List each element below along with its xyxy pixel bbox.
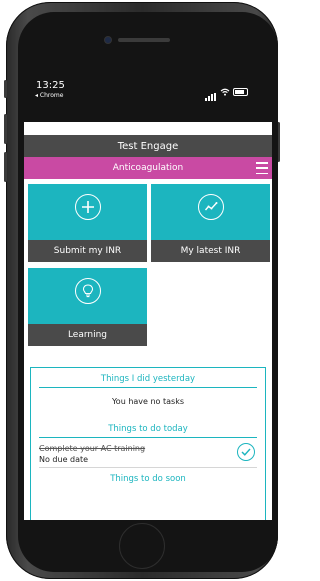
- volume-down-button: [4, 152, 7, 182]
- volume-up-button: [4, 114, 7, 144]
- trend-chart-icon: [197, 194, 224, 220]
- status-time: 13:25: [36, 80, 65, 91]
- checkmark-circle-icon[interactable]: [237, 443, 255, 461]
- tile-grid: Submit my INR My latest INR Learning: [24, 184, 272, 350]
- task-item[interactable]: Complete your AC training No due date: [39, 438, 257, 468]
- plus-circle-icon: [74, 194, 101, 220]
- cellular-signal-icon: [205, 82, 217, 101]
- latest-inr-tile[interactable]: My latest INR: [151, 184, 270, 262]
- earpiece-speaker: [118, 38, 170, 42]
- home-button[interactable]: [119, 523, 165, 569]
- status-bar: 13:25 ◂ Chrome: [24, 78, 260, 118]
- front-camera: [104, 36, 112, 44]
- learning-label: Learning: [28, 324, 147, 346]
- section-title: Anticoagulation: [112, 163, 184, 173]
- today-heading: Things to do today: [39, 418, 257, 438]
- soon-heading: Things to do soon: [110, 474, 186, 484]
- submit-inr-label: Submit my INR: [28, 240, 147, 262]
- menu-icon[interactable]: [256, 162, 268, 174]
- mute-switch: [4, 80, 7, 98]
- yesterday-heading: Things I did yesterday: [39, 368, 257, 388]
- app-title-bar: Test Engage: [24, 135, 272, 157]
- status-icons: [205, 82, 248, 101]
- section-header: Anticoagulation: [24, 157, 272, 179]
- battery-icon: [233, 87, 248, 96]
- wifi-icon: [220, 88, 230, 96]
- no-tasks-message: You have no tasks: [111, 397, 185, 406]
- learning-tile[interactable]: Learning: [28, 268, 147, 346]
- submit-inr-tile[interactable]: Submit my INR: [28, 184, 147, 262]
- task-title: Complete your AC training: [39, 444, 146, 453]
- back-to-app-link[interactable]: ◂ Chrome: [35, 92, 63, 99]
- tasks-panel: Things I did yesterday You have no tasks…: [30, 367, 266, 520]
- app-title: Test Engage: [117, 140, 179, 152]
- latest-inr-label: My latest INR: [151, 240, 270, 262]
- task-due-date: No due date: [39, 455, 89, 464]
- lightbulb-icon: [74, 278, 101, 304]
- app-screen: Test Engage Anticoagulation Submit my IN…: [24, 122, 272, 520]
